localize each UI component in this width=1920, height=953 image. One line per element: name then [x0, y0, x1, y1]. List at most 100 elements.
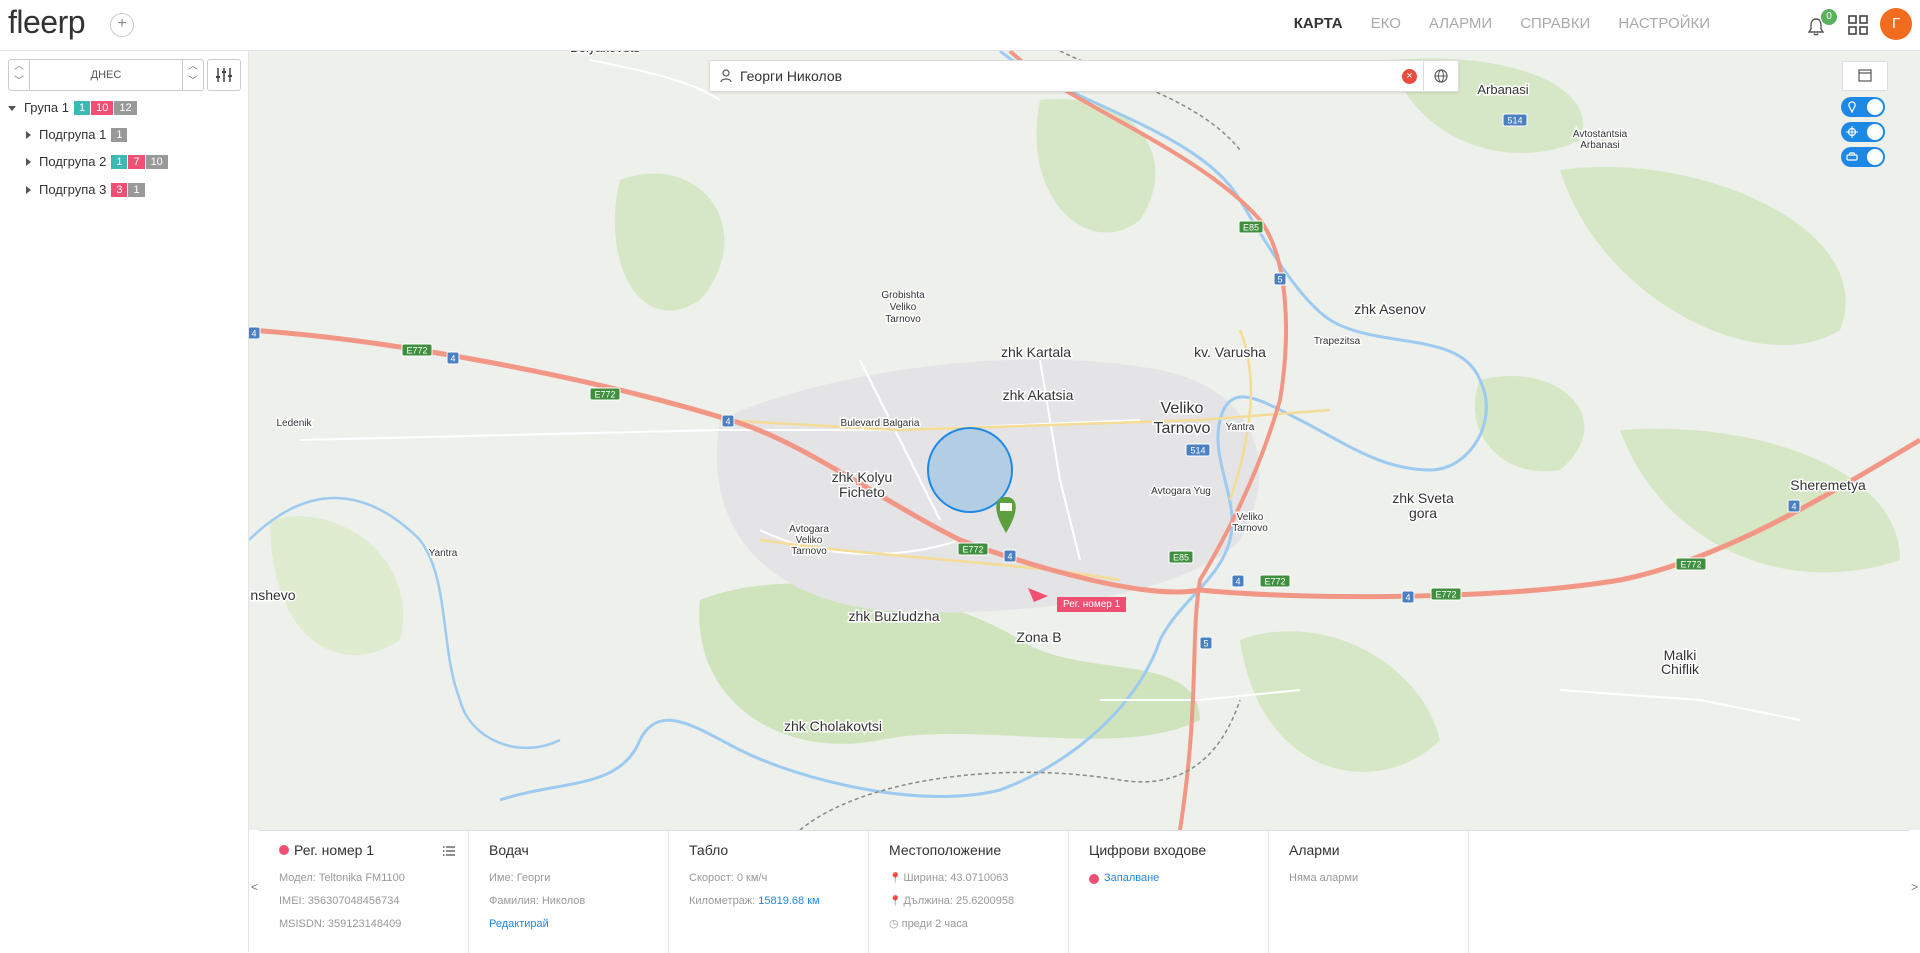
place-label: Tarnovo [885, 314, 921, 325]
list-icon[interactable] [443, 845, 455, 857]
place-label: Zona B [1016, 629, 1061, 645]
mileage-label: Километраж: [689, 895, 756, 907]
count-badge: 12 [114, 101, 137, 115]
vehicle-label[interactable]: Рег. номер 1 [1057, 597, 1127, 612]
place-label: zhk Cholakovtsi [784, 718, 882, 734]
svg-text:5: 5 [1277, 275, 1282, 285]
caret-right-icon[interactable] [26, 131, 31, 139]
tree-group-1[interactable]: Група 1 1 10 12 [8, 97, 137, 119]
svg-text:4: 4 [725, 417, 730, 427]
nav-settings[interactable]: НАСТРОЙКИ [1618, 15, 1710, 32]
svg-text:514: 514 [1507, 116, 1522, 126]
digital-inputs-title: Цифрови входове [1089, 842, 1207, 858]
date-prev-down-icon[interactable]: ﹀ [10, 75, 28, 89]
search-input[interactable]: Георги Николов [740, 61, 842, 91]
digital-inputs-column: Цифрови входове Запалване [1069, 831, 1269, 953]
svg-text:5: 5 [1203, 639, 1208, 649]
clear-icon[interactable]: × [1402, 69, 1417, 84]
longitude: Дължина: 25.6200958 [903, 895, 1015, 907]
ignition-label: Запалване [1104, 872, 1160, 884]
mileage-link[interactable]: 15819.68 км [758, 890, 819, 913]
date-prev-up-icon[interactable]: ︿ [10, 60, 28, 74]
tree-subgroup-3[interactable]: Подгрупа 3 3 1 [26, 179, 145, 201]
user-icon [720, 69, 732, 83]
status-dot [279, 845, 289, 855]
map-view[interactable]: BelyakovetsArbanasiAvtostantsiaArbanasiG… [249, 51, 1920, 830]
date-label[interactable]: ДНЕС [29, 60, 183, 90]
date-next-down-icon[interactable]: ﹀ [184, 75, 202, 89]
vehicle-title: Рег. номер 1 [294, 842, 375, 858]
apps-grid-icon[interactable] [1848, 15, 1868, 35]
road-shield: 4 [1401, 590, 1415, 604]
group-label: Подгрупа 3 [39, 182, 107, 197]
svg-text:4: 4 [1791, 502, 1796, 512]
tree-subgroup-1[interactable]: Подгрупа 1 1 [26, 124, 128, 146]
calendar-button[interactable] [1842, 61, 1888, 91]
caret-down-icon[interactable] [8, 105, 16, 111]
toggle-knob [1867, 149, 1883, 165]
svg-text:4: 4 [1007, 552, 1012, 562]
panel-next-icon[interactable]: > [1911, 880, 1918, 894]
count-badge: 10 [145, 155, 168, 169]
map-marker-icon: 📍 [889, 873, 902, 884]
nav-map[interactable]: КАРТА [1294, 15, 1343, 32]
road-shield: 514 [1185, 443, 1211, 457]
place-label: zhk Kolyu [832, 469, 893, 485]
alarms-empty: Няма аларми [1289, 872, 1359, 884]
filter-button[interactable] [207, 59, 241, 91]
edit-driver-link[interactable]: Редактирай [489, 913, 668, 936]
svg-text:4: 4 [450, 354, 455, 364]
svg-text:E772: E772 [1264, 577, 1285, 587]
caret-right-icon[interactable] [26, 158, 31, 166]
road-shield: E85 [1168, 550, 1194, 564]
place-label: Tarnovo [791, 546, 827, 557]
place-label: Avtogara [789, 524, 829, 535]
toggle-points[interactable] [1841, 122, 1885, 142]
vehicle-details-panel: Рег. номер 1 Модел: Teltonika FM1100 IME… [259, 830, 1909, 953]
place-label: Tarnovo [1154, 420, 1211, 437]
svg-text:E772: E772 [406, 346, 427, 356]
place-label: Yantra [1226, 422, 1255, 433]
count-badge: 1 [111, 128, 128, 142]
place-label: zhk Akatsia [1003, 387, 1074, 403]
map-marker-icon: 📍 [889, 896, 902, 907]
place-label: Belyakovets [570, 51, 641, 55]
place-label: Bulevard Balgaria [841, 418, 920, 429]
place-label: zhk Sveta [1392, 490, 1454, 506]
add-button[interactable]: + [110, 13, 134, 37]
place-label: Avtogara Yug [1151, 486, 1211, 497]
toggle-geofences[interactable] [1841, 97, 1885, 117]
place-label: Arbanasi [1580, 140, 1619, 151]
svg-text:E85: E85 [1173, 553, 1189, 563]
tree-subgroup-2[interactable]: Подгрупа 2 1 7 10 [26, 151, 168, 173]
nav-alarms[interactable]: АЛАРМИ [1429, 15, 1492, 32]
map-canvas[interactable]: BelyakovetsArbanasiAvtostantsiaArbanasiG… [249, 51, 1920, 830]
mileage-row: Километраж: 15819.68 км [689, 890, 868, 913]
road-shield: 5 [1273, 272, 1287, 286]
user-avatar[interactable]: Г [1880, 8, 1912, 40]
driver-first-name: Име: Георги [489, 872, 551, 884]
count-badge: 1 [111, 155, 128, 169]
caret-right-icon[interactable] [26, 186, 31, 194]
count-badge: 1 [74, 101, 91, 115]
globe-button[interactable] [1423, 61, 1458, 91]
panel-prev-icon[interactable]: < [251, 880, 258, 894]
dashboard-title: Табло [689, 842, 729, 858]
vehicle-msisdn: MSISDN: 359123148409 [279, 918, 402, 930]
road-shield: 514 [1502, 113, 1528, 127]
ignition-status-dot [1089, 873, 1099, 884]
app-logo[interactable]: fleerp [8, 4, 86, 41]
nav-reports[interactable]: СПРАВКИ [1520, 15, 1590, 32]
place-label: zhk Asenov [1354, 301, 1426, 317]
date-next-up-icon[interactable]: ︿ [184, 60, 202, 74]
driver-last-name: Фамилия: Николов [489, 895, 586, 907]
place-label: Grobishta [881, 290, 925, 301]
place-label: kv. Varusha [1194, 344, 1266, 360]
nav-eco[interactable]: ЕКО [1371, 15, 1401, 32]
place-label: Chiflik [1661, 661, 1700, 677]
toggle-knob [1867, 124, 1883, 140]
road-shield: E772 [1430, 587, 1462, 601]
latitude: Ширина: 43.0710063 [903, 872, 1009, 884]
place-label: Tarnovo [1232, 523, 1268, 534]
toggle-vehicles[interactable] [1841, 147, 1885, 167]
